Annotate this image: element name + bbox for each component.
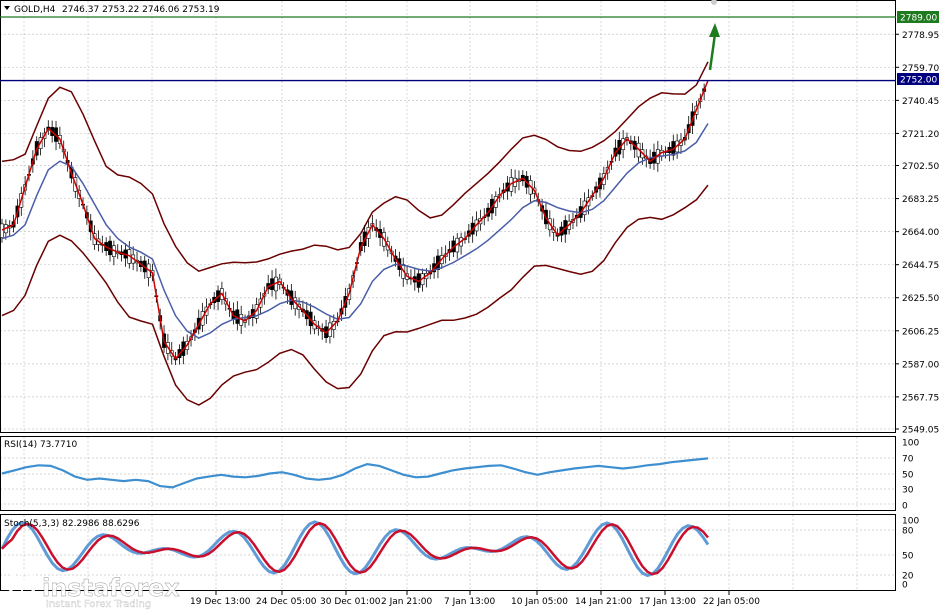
price-tick-label: 2683.25 <box>902 195 939 205</box>
stoch-title: Stoch(5,3,3) 82.2986 88.6296 <box>4 519 140 529</box>
main-grid <box>0 1 895 432</box>
price-tick-label: 2587.00 <box>902 360 939 370</box>
rsi-grid <box>0 437 895 510</box>
time-axis: 19 Dec 13:00 24 Dec 05:00 30 Dec 01:00 2 Ja… <box>190 591 760 607</box>
time-tick-label: 24 Dec 05:00 <box>256 597 317 607</box>
rsi-line <box>1 457 709 489</box>
price-tick-label: 2702.50 <box>902 162 939 172</box>
scroll-marker-icon <box>711 0 717 5</box>
ma-slow-line <box>1 123 709 339</box>
stoch-level-label: 0 <box>902 581 908 591</box>
bollinger-bands <box>1 61 709 406</box>
rsi-level-label: 50 <box>902 471 914 481</box>
stoch-signal-line <box>1 521 709 576</box>
bollinger-upper <box>1 61 709 273</box>
resistance-price-label: 2789.00 <box>900 14 937 24</box>
time-tick-label: 10 Jan 05:00 <box>511 597 568 607</box>
price-tick-label: 2778.95 <box>902 31 939 41</box>
price-tick-label: 2549.05 <box>902 426 939 436</box>
stoch-level-label: 80 <box>902 527 914 537</box>
watermark-brand: instaforex <box>42 574 180 602</box>
ma-fast-line <box>1 80 709 360</box>
bollinger-lower <box>1 184 709 406</box>
price-tick-label: 2740.45 <box>902 97 939 107</box>
time-tick-label: 7 Jan 13:00 <box>444 597 496 607</box>
main-panel-frame <box>0 0 896 433</box>
rsi-title: RSI(14) 73.7710 <box>4 440 77 450</box>
rsi-panel-frame <box>0 436 896 511</box>
rsi-axis: 100 70 50 30 0 <box>902 439 919 512</box>
rsi-level-label: 100 <box>902 439 919 449</box>
rsi-level-label: 0 <box>902 502 908 512</box>
price-tick-label: 2721.20 <box>902 130 939 140</box>
price-tick-label: 2644.75 <box>902 261 939 271</box>
time-tick-label: 2 Jan 21:00 <box>381 597 433 607</box>
rsi-level-label: 70 <box>902 455 914 465</box>
instaforex-logo-icon <box>5 567 39 601</box>
price-axis: 2778.95 2759.70 2740.45 2721.20 2702.50 2683.… <box>895 31 939 436</box>
ohlc-values: 2746.37 2753.22 2746.06 2753.19 <box>62 5 220 15</box>
symbol-label: GOLD,H4 <box>14 5 56 15</box>
stoch-level-label: 100 <box>902 517 919 527</box>
stoch-axis: 1008050200 <box>902 517 919 591</box>
candle-body <box>0 223 4 238</box>
stoch-level-label: 50 <box>902 552 914 562</box>
rsi-level-label: 30 <box>902 486 914 496</box>
current-price-label: 2752.00 <box>900 76 937 86</box>
price-tick-label: 2625.50 <box>902 294 939 304</box>
instaforex-watermark: instaforex Instant Forex Trading <box>5 567 181 610</box>
time-tick-label: 19 Dec 13:00 <box>190 597 251 607</box>
time-tick-label: 14 Jan 21:00 <box>575 597 632 607</box>
time-tick-label: 22 Jan 05:00 <box>703 597 760 607</box>
time-tick-label: 17 Jan 13:00 <box>639 597 696 607</box>
price-tick-label: 2567.75 <box>902 393 939 403</box>
dropdown-triangle-icon[interactable] <box>4 6 10 10</box>
price-tick-label: 2606.25 <box>902 327 939 337</box>
price-tick-label: 2759.70 <box>902 64 939 74</box>
time-tick-label: 30 Dec 01:00 <box>320 597 381 607</box>
up-arrow-icon <box>708 23 720 71</box>
watermark-tagline: Instant Forex Trading <box>46 599 151 610</box>
trading-chart[interactable]: 2778.95 2759.70 2740.45 2721.20 2702.50 2683.… <box>0 0 941 613</box>
price-tick-label: 2664.00 <box>902 228 939 238</box>
